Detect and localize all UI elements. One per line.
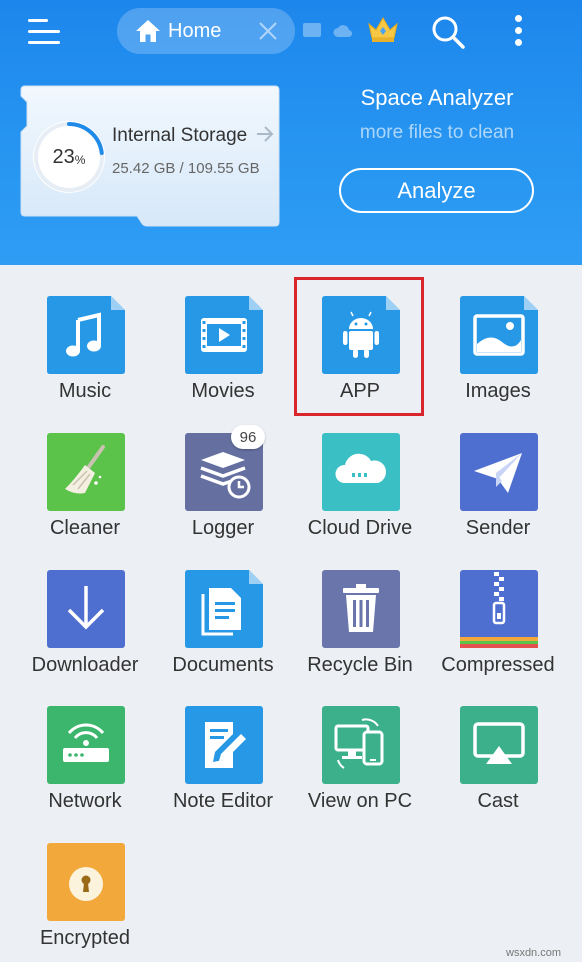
- analyze-button[interactable]: Analyze: [339, 168, 534, 213]
- download-arrow-icon: [47, 570, 125, 648]
- grid-item-label: Network: [48, 790, 122, 812]
- grid-item-label: Downloader: [31, 654, 139, 676]
- pc-phone-icon: [322, 706, 400, 784]
- search-icon[interactable]: [430, 14, 466, 50]
- zip-icon: [460, 570, 538, 648]
- tab-overflow-icon: [303, 23, 321, 37]
- grid-item-network[interactable]: Network: [14, 676, 156, 812]
- close-icon[interactable]: [257, 19, 279, 43]
- broom-icon: [47, 433, 125, 511]
- grid-item-label: Note Editor: [172, 790, 274, 812]
- music-note-icon: [47, 296, 125, 374]
- trash-icon: [322, 570, 400, 648]
- grid-item-encrypted[interactable]: Encrypted: [14, 813, 156, 949]
- grid-item-movies[interactable]: Movies: [152, 266, 294, 402]
- grid-item-label: Cast: [477, 790, 519, 812]
- app-highlight-box: [294, 277, 424, 416]
- space-analyzer-subtitle: more files to clean: [359, 122, 515, 143]
- grid-item-cloud-drive[interactable]: Cloud Drive: [289, 403, 431, 539]
- grid-item-label: Sender: [465, 517, 531, 539]
- grid-item-view-on-pc[interactable]: View on PC: [289, 676, 431, 812]
- image-icon: [460, 296, 538, 374]
- grid-item-label: Encrypted: [39, 927, 131, 949]
- grid-item-label: Logger: [191, 517, 255, 539]
- grid-item-recycle-bin[interactable]: Recycle Bin: [289, 540, 431, 676]
- grid-item-label: Recycle Bin: [307, 654, 413, 676]
- grid-item-label: Images: [465, 380, 531, 402]
- grid-item-label: Cleaner: [49, 517, 121, 539]
- grid-item-images[interactable]: Images: [427, 266, 569, 402]
- home-tab-label: Home: [168, 20, 222, 42]
- router-icon: [47, 706, 125, 784]
- space-analyzer-title: Space Analyzer: [360, 85, 514, 110]
- grid-item-downloader[interactable]: Downloader: [14, 540, 156, 676]
- grid-item-note-editor[interactable]: Note Editor: [152, 676, 294, 812]
- grid-item-compressed[interactable]: Compressed: [427, 540, 569, 676]
- movie-icon: [185, 296, 263, 374]
- storage-title: Internal Storage: [112, 125, 248, 146]
- cloud-icon: [322, 433, 400, 511]
- note-edit-icon: [185, 706, 263, 784]
- more-vert-icon[interactable]: [506, 13, 532, 49]
- watermark-text: wsxdn.com: [506, 947, 562, 959]
- paper-plane-icon: [460, 433, 538, 511]
- grid-item-music[interactable]: Music: [14, 266, 156, 402]
- grid-item-label: Music: [58, 380, 112, 402]
- grid-item-cleaner[interactable]: Cleaner: [14, 403, 156, 539]
- storage-percent: 23%: [52, 145, 86, 168]
- grid-item-label: Movies: [191, 380, 255, 402]
- home-tab[interactable]: Home: [117, 8, 295, 54]
- cast-icon: [460, 706, 538, 784]
- grid-item-sender[interactable]: Sender: [427, 403, 569, 539]
- crown-icon[interactable]: [366, 15, 400, 43]
- grid-item-label: Compressed: [441, 654, 555, 676]
- grid-item-label: Cloud Drive: [307, 517, 413, 539]
- cloud-small-icon: [333, 25, 353, 38]
- menu-icon[interactable]: [28, 17, 62, 45]
- grid-item-label: View on PC: [307, 790, 413, 812]
- arrow-right-icon: [257, 126, 274, 142]
- logger-count-badge: 96: [231, 425, 265, 449]
- document-icon: [185, 570, 263, 648]
- lock-icon: [47, 843, 125, 921]
- top-header: Home 23 % Internal Storage 25.42 GB / 10…: [0, 0, 582, 265]
- home-icon: [136, 20, 160, 42]
- storage-size: 25.42 GB / 109.55 GB: [112, 160, 260, 177]
- internal-storage-card[interactable]: 23% Internal Storage 25.42 GB / 109.55 G…: [19, 84, 281, 230]
- grid-item-cast[interactable]: Cast: [427, 676, 569, 812]
- grid-item-logger[interactable]: Logger: [152, 403, 294, 539]
- grid-item-label: Documents: [172, 654, 274, 676]
- grid-item-documents[interactable]: Documents: [152, 540, 294, 676]
